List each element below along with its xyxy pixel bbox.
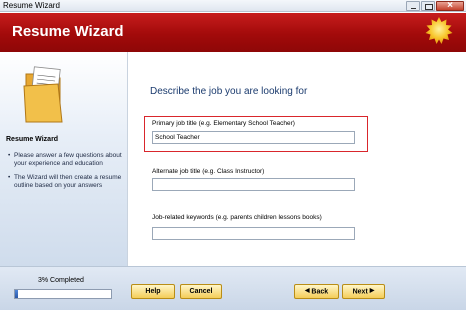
primary-job-title-label: Primary job title (e.g. Elementary Schoo… [152, 120, 295, 127]
keywords-input[interactable] [152, 227, 355, 240]
main-content: Describe the job you are looking for Pri… [129, 52, 466, 266]
sidebar-title: Resume Wizard [6, 136, 59, 143]
progress-bar [14, 289, 112, 299]
window-title: Resume Wizard [3, 1, 60, 10]
progress-label: 3% Completed [38, 277, 84, 284]
sun-icon [425, 17, 453, 44]
window-titlebar: Resume Wizard [0, 0, 466, 12]
cancel-button[interactable]: Cancel [180, 284, 222, 299]
folder-icon [23, 66, 63, 123]
back-button[interactable]: ◀ Back [294, 284, 339, 299]
back-button-label: Back [311, 288, 329, 296]
minimize-button[interactable] [406, 1, 420, 11]
tip-item: Please answer a few questions about your… [8, 152, 124, 168]
help-button-label: Help [145, 288, 161, 295]
close-button[interactable] [436, 0, 464, 11]
alternate-job-title-label: Alternate job title (e.g. Class Instruct… [152, 168, 265, 175]
tips-list: Please answer a few questions about your… [8, 152, 124, 196]
arrow-left-icon: ◀ [304, 288, 310, 294]
next-button[interactable]: Next ▶ [342, 284, 385, 299]
maximize-button[interactable] [421, 1, 435, 11]
header-title: Resume Wizard [12, 23, 124, 40]
sidebar: Resume Wizard Please answer a few questi… [0, 52, 128, 266]
primary-job-title-input[interactable] [152, 131, 355, 144]
page-heading: Describe the job you are looking for [150, 86, 308, 97]
progress-fill [15, 290, 18, 298]
tip-item: The Wizard will then create a resume out… [8, 174, 124, 190]
next-button-label: Next [352, 288, 368, 296]
keywords-label: Job-related keywords (e.g. parents child… [152, 214, 322, 221]
alternate-job-title-input[interactable] [152, 178, 355, 191]
arrow-right-icon: ▶ [369, 288, 375, 294]
wizard-footer: 3% Completed Help Cancel ◀ Back Next ▶ [0, 266, 466, 310]
cancel-button-label: Cancel [189, 288, 213, 295]
wizard-header: Resume Wizard [0, 13, 466, 52]
help-button[interactable]: Help [131, 284, 175, 299]
